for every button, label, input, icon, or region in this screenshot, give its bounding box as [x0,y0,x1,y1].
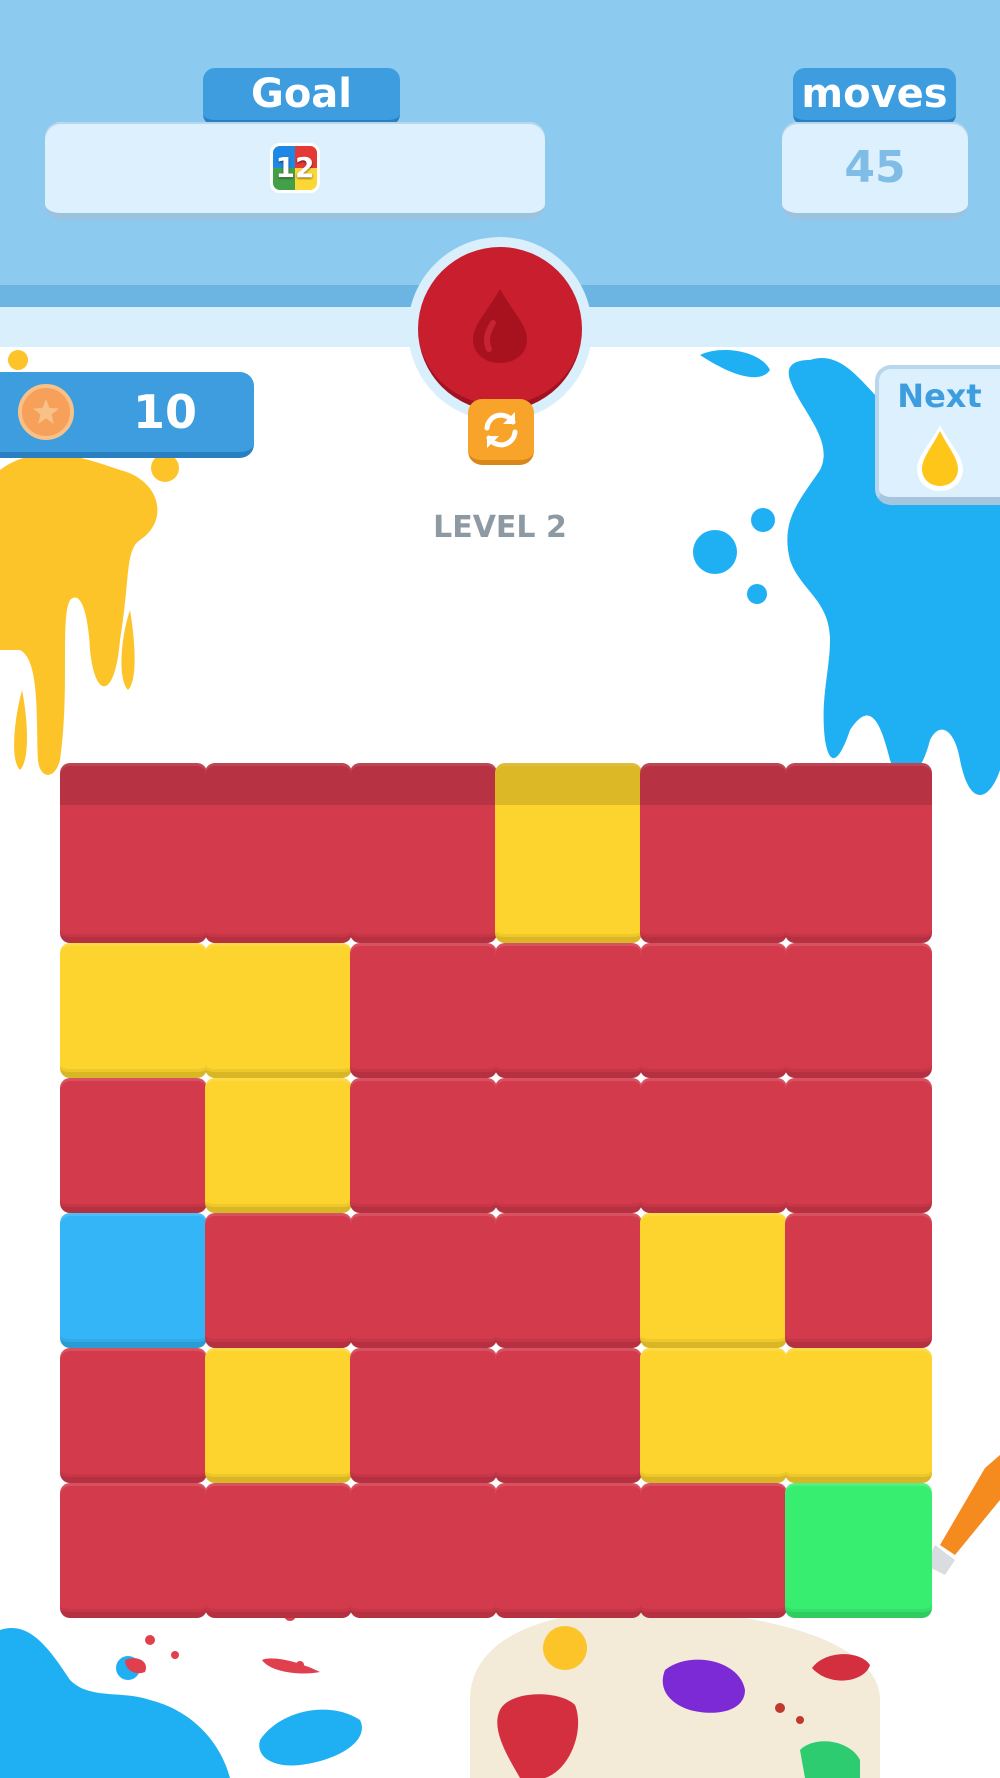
drop-icon [917,425,963,491]
goal-label: Goal [203,68,400,126]
goal-panel: 12 [45,122,545,220]
cell-top-face [785,763,932,805]
board-cell-2-2-red[interactable] [350,1078,497,1213]
moves-panel: 45 [782,122,968,220]
board-cell-1-4-red[interactable] [640,943,787,1078]
board-cell-5-0-red[interactable] [60,1483,207,1618]
drop-icon [473,289,527,363]
board-cell-2-0-red[interactable] [60,1078,207,1213]
board-cell-2-1-yellow[interactable] [205,1078,352,1213]
board-cell-0-3-yellow[interactable] [495,763,642,943]
game-board [60,763,942,1623]
paint-button-ring [408,237,592,421]
board-cell-3-1-red[interactable] [205,1213,352,1348]
cell-top-face [495,763,642,805]
board-cell-3-5-red[interactable] [785,1213,932,1348]
next-label: Next [897,377,982,415]
board-cell-0-4-red[interactable] [640,763,787,943]
board-cell-1-2-red[interactable] [350,943,497,1078]
board-cell-5-3-red[interactable] [495,1483,642,1618]
cell-top-face [60,763,207,805]
board-cell-3-0-blue[interactable] [60,1213,207,1348]
board-cell-0-0-red[interactable] [60,763,207,943]
coin-value: 10 [132,385,197,439]
coin-star-icon [18,384,74,440]
board-cell-0-2-red[interactable] [350,763,497,943]
swap-button[interactable] [468,399,534,465]
board-cell-0-1-red[interactable] [205,763,352,943]
swap-icon [484,411,518,448]
board-cell-4-0-red[interactable] [60,1348,207,1483]
board-cell-4-2-red[interactable] [350,1348,497,1483]
board-cell-5-2-red[interactable] [350,1483,497,1618]
goal-value: 12 [275,151,315,184]
board-cell-3-3-red[interactable] [495,1213,642,1348]
board-cell-4-4-yellow[interactable] [640,1348,787,1483]
board-cell-5-1-red[interactable] [205,1483,352,1618]
board-cell-2-3-red[interactable] [495,1078,642,1213]
board-cell-0-5-red[interactable] [785,763,932,943]
board-cell-3-2-red[interactable] [350,1213,497,1348]
next-color-panel: Next [875,365,1000,505]
board-cell-1-1-yellow[interactable] [205,943,352,1078]
board-cell-1-0-yellow[interactable] [60,943,207,1078]
paint-color-button[interactable] [418,247,582,411]
board-cell-4-3-red[interactable] [495,1348,642,1483]
board-cell-2-5-red[interactable] [785,1078,932,1213]
board-cell-4-1-yellow[interactable] [205,1348,352,1483]
board-cell-5-5-green[interactable] [785,1483,932,1618]
moves-value: 45 [844,142,906,193]
goal-badge: 12 [270,142,320,193]
cell-top-face [205,763,352,805]
board-cell-3-4-yellow[interactable] [640,1213,787,1348]
coin-counter: 10 [0,372,254,458]
cell-top-face [640,763,787,805]
board-cell-2-4-red[interactable] [640,1078,787,1213]
cell-top-face [350,763,497,805]
board-cell-1-3-red[interactable] [495,943,642,1078]
board-cell-4-5-yellow[interactable] [785,1348,932,1483]
board-cell-1-5-red[interactable] [785,943,932,1078]
moves-label: moves [793,68,956,126]
level-label: LEVEL 2 [433,510,567,545]
board-cell-5-4-red[interactable] [640,1483,787,1618]
